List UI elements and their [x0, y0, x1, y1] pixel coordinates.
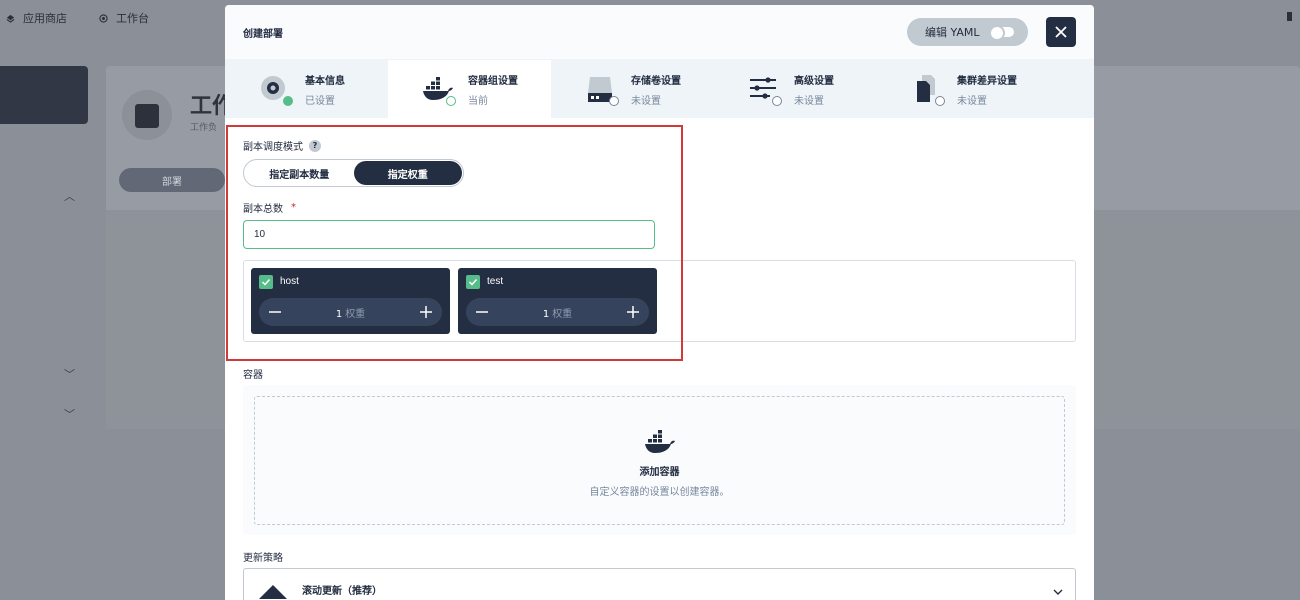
- step-status: 未设置: [631, 95, 661, 107]
- weight-unit: 权重: [345, 308, 366, 320]
- sliders-icon: [748, 73, 782, 106]
- file-diff-icon: [911, 73, 945, 106]
- checkbox-checked[interactable]: [259, 275, 273, 289]
- topbar-app-store[interactable]: 应用商店: [6, 10, 67, 26]
- status-dot-pending: [772, 96, 782, 106]
- modal-header: 创建部署 编辑 YAML: [225, 5, 1094, 60]
- edit-yaml-toggle[interactable]: 编辑 YAML: [907, 18, 1028, 46]
- chevron-up-icon[interactable]: ︿: [64, 188, 75, 204]
- add-container-description: 自定义容器的设置以创建容器。: [589, 487, 730, 498]
- background-tab-deployments[interactable]: 部署: [119, 168, 225, 192]
- decrement-button[interactable]: [267, 304, 283, 320]
- status-dot-done: [283, 96, 293, 106]
- replicas-total-label: 副本总数 *: [243, 200, 296, 215]
- chevron-down-icon[interactable]: ﹀: [64, 406, 75, 422]
- decrement-button[interactable]: [474, 304, 490, 320]
- weight-stepper: 1 权重: [259, 298, 442, 326]
- option-weight[interactable]: 指定权重: [353, 161, 462, 185]
- step-name: 容器组设置: [468, 75, 518, 87]
- option-replica-count[interactable]: 指定副本数量: [245, 161, 354, 185]
- arrow-up-icon: [259, 585, 287, 599]
- weight-stepper: 1 权重: [466, 298, 649, 326]
- weight-value-display: 1 权重: [336, 305, 365, 320]
- plus-icon: [420, 306, 432, 318]
- edit-yaml-label: 编辑 YAML: [925, 26, 980, 39]
- update-strategy-label: 更新策略: [243, 553, 283, 564]
- increment-button[interactable]: [625, 304, 641, 320]
- schedule-mode-switch: 指定副本数量 指定权重: [243, 159, 464, 187]
- minus-icon: [269, 311, 281, 313]
- app-store-icon: [6, 14, 15, 23]
- chevron-down-icon[interactable]: ﹀: [64, 366, 75, 382]
- step-advanced-settings[interactable]: 高级设置 未设置: [714, 60, 877, 118]
- background-subtitle: 工作负: [190, 123, 218, 133]
- docker-icon: [644, 430, 675, 453]
- status-dot-pending: [609, 96, 619, 106]
- cluster-weight-card: test 1 权重: [458, 268, 657, 334]
- weight-value-display: 1 权重: [543, 305, 572, 320]
- update-strategy-value: 滚动更新（推荐）: [302, 586, 382, 597]
- check-icon: [261, 278, 271, 286]
- cluster-weights-box: host 1 权重 test 1 权重: [243, 260, 1076, 342]
- status-dot-current: [446, 96, 456, 106]
- step-name: 存储卷设置: [631, 75, 681, 87]
- step-volume-settings[interactable]: 存储卷设置 未设置: [551, 60, 714, 118]
- storage-icon: [585, 73, 619, 106]
- workbench-icon: [99, 13, 108, 23]
- modal-title: 创建部署: [243, 28, 283, 40]
- weight-value: 1: [542, 308, 550, 320]
- step-status: 未设置: [794, 95, 824, 107]
- sidebar-selected-item[interactable]: [0, 66, 88, 124]
- minus-icon: [476, 311, 488, 313]
- required-mark: *: [291, 202, 296, 213]
- weight-value: 1: [335, 308, 343, 320]
- topbar-workbench-label: 工作台: [116, 12, 149, 25]
- step-name: 基本信息: [305, 75, 345, 87]
- topbar-app-store-label: 应用商店: [23, 12, 67, 25]
- check-icon: [468, 278, 478, 286]
- checkbox-checked[interactable]: [466, 275, 480, 289]
- status-dot-pending: [935, 96, 945, 106]
- step-status: 已设置: [305, 95, 335, 107]
- containers-label: 容器: [243, 370, 263, 381]
- toggle-switch-icon: [988, 25, 1014, 41]
- disc-icon: [259, 73, 293, 106]
- weight-unit: 权重: [552, 308, 573, 320]
- docker-icon: [422, 73, 456, 106]
- step-cluster-diff-settings[interactable]: 集群差异设置 未设置: [877, 60, 1040, 118]
- schedule-mode-label: 副本调度模式 ?: [243, 138, 321, 153]
- cluster-weight-card: host 1 权重: [251, 268, 450, 334]
- workspace-icon: [122, 90, 172, 140]
- step-status: 未设置: [957, 95, 987, 107]
- replicas-total-text: 副本总数: [243, 204, 283, 215]
- step-name: 高级设置: [794, 75, 834, 87]
- step-name: 集群差异设置: [957, 75, 1017, 87]
- replicas-total-input[interactable]: 10: [243, 220, 655, 249]
- step-basic-info[interactable]: 基本信息 已设置: [225, 60, 388, 118]
- step-bar: 基本信息 已设置 容器组设置 当前 存储卷设置 未设置 高级设置 未设置 集群差…: [225, 60, 1094, 118]
- add-container-area[interactable]: 添加容器 自定义容器的设置以创建容器。: [254, 396, 1065, 525]
- create-deployment-modal: 创建部署 编辑 YAML 基本信息 已设置 容器组设置 当前 存储卷设置 未设置…: [225, 5, 1094, 600]
- close-icon: [1055, 26, 1067, 38]
- modal-content: 副本调度模式 ? 指定副本数量 指定权重 副本总数 * 10 host 1 权重…: [225, 118, 1094, 600]
- plus-icon: [627, 306, 639, 318]
- schedule-mode-text: 副本调度模式: [243, 142, 303, 153]
- help-icon[interactable]: ?: [309, 139, 321, 152]
- increment-button[interactable]: [418, 304, 434, 320]
- step-pod-settings[interactable]: 容器组设置 当前: [388, 60, 551, 118]
- containers-section: 添加容器 自定义容器的设置以创建容器。: [243, 385, 1076, 535]
- cluster-name: test: [487, 276, 504, 287]
- topbar-right-icon: [1287, 12, 1292, 21]
- update-strategy-select[interactable]: 滚动更新（推荐）: [243, 568, 1076, 600]
- topbar-workbench[interactable]: 工作台: [99, 10, 149, 26]
- add-container-title: 添加容器: [639, 467, 680, 478]
- chevron-down-icon: [1053, 589, 1063, 595]
- step-status: 当前: [468, 95, 488, 107]
- close-button[interactable]: [1046, 17, 1076, 47]
- cluster-name: host: [280, 276, 299, 287]
